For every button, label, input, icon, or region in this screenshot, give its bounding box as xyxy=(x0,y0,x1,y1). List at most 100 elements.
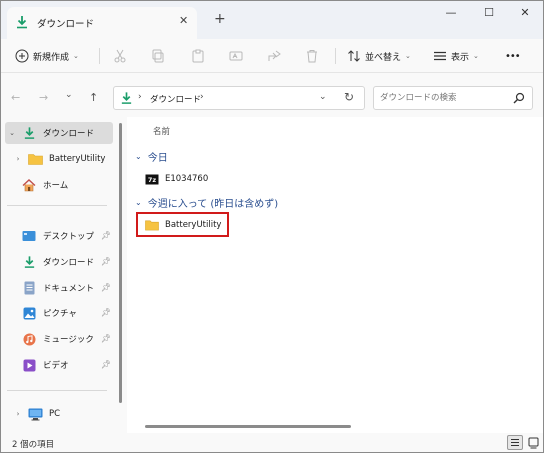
rename-button[interactable] xyxy=(229,47,243,65)
desktop-icon xyxy=(21,229,37,243)
cut-button[interactable] xyxy=(113,47,127,65)
more-options-button[interactable]: ••• xyxy=(505,47,521,65)
group-title: 今日 xyxy=(147,153,168,164)
file-name: E1034760 xyxy=(165,174,209,184)
pictures-icon xyxy=(21,306,37,320)
music-icon xyxy=(21,332,37,346)
download-icon xyxy=(21,255,37,269)
sidebar-item-label: BatteryUtility xyxy=(49,154,106,164)
share-icon xyxy=(268,50,281,61)
sidebar-item-home[interactable]: ホーム xyxy=(5,174,113,196)
sidebar-item-pc[interactable]: › PC xyxy=(5,403,113,425)
group-header-this-week[interactable]: ⌄ 今週に入って (昨日は含めず) xyxy=(135,195,278,210)
address-dropdown-icon[interactable]: ⌄ xyxy=(319,92,327,102)
paste-button[interactable] xyxy=(191,47,205,65)
7z-archive-icon: 7z xyxy=(145,173,159,185)
view-list-icon xyxy=(434,51,446,61)
minimize-button[interactable]: — xyxy=(441,6,461,22)
group-header-today[interactable]: ⌄ 今日 xyxy=(135,149,168,164)
sidebar-item-label: ドキュメント xyxy=(43,284,95,294)
tab-close-icon[interactable]: ✕ xyxy=(179,14,188,27)
sidebar-item-downloads-quick[interactable]: ダウンロード 📌︎ xyxy=(5,251,113,273)
home-icon xyxy=(21,178,37,192)
forward-button[interactable]: → xyxy=(39,91,48,104)
status-bar: 2 個の項目 xyxy=(1,433,543,452)
sidebar-item-label: ビデオ xyxy=(43,361,69,371)
large-icons-view-icon xyxy=(528,437,539,449)
video-icon xyxy=(21,358,37,372)
pin-icon[interactable]: 📌︎ xyxy=(101,231,111,240)
sidebar-item-videos[interactable]: ビデオ 📌︎ xyxy=(5,354,113,376)
sidebar-item-label: ダウンロード xyxy=(43,129,95,139)
file-explorer-window: ダウンロード ✕ + — ☐ ✕ 新規作成 ⌄ 並べ替え ⌄ 表示 ⌄ ••• … xyxy=(0,0,544,453)
breadcrumb-separator[interactable]: › xyxy=(138,92,142,102)
tab-label: ダウンロード xyxy=(37,19,95,30)
divider xyxy=(7,205,107,206)
recent-locations-button[interactable]: ⌄ xyxy=(65,90,73,100)
sidebar-item-pictures[interactable]: ピクチャ 📌︎ xyxy=(5,302,113,324)
chevron-down-icon: ⌄ xyxy=(135,152,142,161)
expand-chevron-icon[interactable]: › xyxy=(11,410,25,418)
pin-icon[interactable]: 📌︎ xyxy=(101,334,111,343)
collapse-chevron-icon[interactable]: ⌄ xyxy=(5,129,19,137)
command-bar: 新規作成 ⌄ 並べ替え ⌄ 表示 ⌄ ••• xyxy=(1,39,543,73)
divider xyxy=(335,48,336,64)
search-box[interactable] xyxy=(373,86,533,110)
pin-icon[interactable]: 📌︎ xyxy=(101,257,111,266)
search-input[interactable] xyxy=(380,91,510,105)
trash-icon xyxy=(307,50,317,63)
back-button[interactable]: ← xyxy=(11,91,20,104)
delete-button[interactable] xyxy=(305,47,319,65)
scissors-icon xyxy=(114,49,126,63)
group-title: 今週に入って (昨日は含めず) xyxy=(147,199,279,210)
chevron-down-icon: ⌄ xyxy=(135,198,142,207)
horizontal-scrollbar[interactable] xyxy=(145,425,351,428)
details-view-icon xyxy=(511,439,519,446)
pin-icon[interactable]: 📌︎ xyxy=(101,283,111,292)
column-header-name[interactable]: 名前 xyxy=(153,125,170,137)
refresh-icon[interactable]: ↻ xyxy=(344,90,354,104)
sidebar-item-desktop[interactable]: デスクトップ 📌︎ xyxy=(5,225,113,247)
sidebar-item-music[interactable]: ミュージック 📌︎ xyxy=(5,328,113,350)
view-button[interactable]: 表示 ⌄ xyxy=(433,47,479,65)
sort-icon xyxy=(348,50,360,62)
search-icon[interactable] xyxy=(513,92,525,107)
chevron-down-icon: ⌄ xyxy=(473,52,479,60)
pin-icon[interactable]: 📌︎ xyxy=(101,308,111,317)
tab-downloads[interactable]: ダウンロード ✕ xyxy=(7,7,197,39)
document-icon xyxy=(21,281,37,295)
close-button[interactable]: ✕ xyxy=(515,6,535,22)
sidebar-scrollbar[interactable] xyxy=(119,123,122,403)
navigation-pane: ⌄ ダウンロード › BatteryUtility ホーム デスクトップ 📌︎ … xyxy=(1,117,127,433)
share-button[interactable] xyxy=(267,47,281,65)
new-button[interactable]: 新規作成 ⌄ xyxy=(15,47,79,65)
up-button[interactable]: ↑ xyxy=(89,91,98,104)
breadcrumb-separator[interactable]: › xyxy=(200,92,204,102)
sort-label: 並べ替え xyxy=(365,52,402,63)
title-bar: ダウンロード ✕ + — ☐ ✕ xyxy=(1,1,543,39)
copy-icon xyxy=(152,49,164,63)
item-count: 2 個の項目 xyxy=(12,440,55,450)
details-view-button[interactable] xyxy=(507,435,523,450)
plus-circle-icon xyxy=(15,49,29,63)
navigation-bar: ← → ⌄ ↑ › ダウンロード › ⌄ ↻ xyxy=(1,73,543,117)
expand-chevron-icon[interactable]: › xyxy=(11,155,25,163)
large-icons-view-button[interactable] xyxy=(526,435,542,450)
sidebar-item-downloads[interactable]: ⌄ ダウンロード xyxy=(5,122,113,144)
sidebar-item-label: ダウンロード xyxy=(43,258,95,268)
chevron-down-icon: ⌄ xyxy=(405,52,411,60)
divider xyxy=(7,390,107,391)
breadcrumb-downloads[interactable]: ダウンロード xyxy=(150,93,201,105)
maximize-button[interactable]: ☐ xyxy=(479,6,499,22)
file-row-e1034760[interactable]: 7z E1034760 xyxy=(145,170,285,188)
copy-button[interactable] xyxy=(151,47,165,65)
pc-icon xyxy=(27,407,43,421)
sidebar-item-documents[interactable]: ドキュメント 📌︎ xyxy=(5,277,113,299)
pin-icon[interactable]: 📌︎ xyxy=(101,360,111,369)
sidebar-item-batteryutility[interactable]: › BatteryUtility xyxy=(5,148,113,170)
new-tab-button[interactable]: + xyxy=(214,11,226,27)
sidebar-item-label: デスクトップ xyxy=(43,232,95,242)
view-label: 表示 xyxy=(451,52,470,63)
address-bar[interactable]: › ダウンロード › ⌄ ↻ xyxy=(113,86,365,110)
sort-button[interactable]: 並べ替え ⌄ xyxy=(347,47,411,65)
